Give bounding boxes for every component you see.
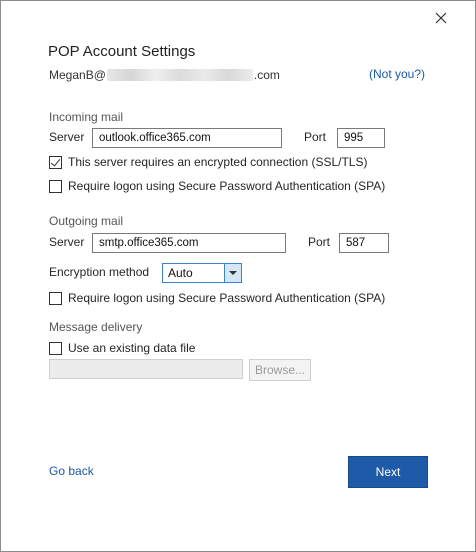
message-delivery-heading: Message delivery [49,320,143,334]
outgoing-spa-label: Require logon using Secure Password Auth… [68,291,386,305]
email-suffix: .com [253,68,280,82]
data-file-path-input [49,359,243,379]
incoming-server-input[interactable] [92,128,282,148]
encryption-method-label: Encryption method [49,265,150,279]
incoming-spa-checkbox-row[interactable]: Require logon using Secure Password Auth… [49,179,385,193]
checkmark-icon [50,155,61,167]
outgoing-port-input[interactable] [339,233,389,253]
ssl-checkbox[interactable] [49,155,62,169]
outgoing-mail-heading: Outgoing mail [49,214,124,228]
incoming-spa-checkbox[interactable] [49,179,62,193]
incoming-mail-heading: Incoming mail [49,110,124,124]
ssl-checkbox-row[interactable]: This server requires an encrypted connec… [49,155,367,169]
close-icon[interactable] [429,7,453,29]
chevron-down-icon[interactable] [224,264,241,282]
existing-data-file-label: Use an existing data file [68,341,196,355]
ssl-checkbox-label: This server requires an encrypted connec… [68,155,368,169]
outgoing-spa-checkbox[interactable] [49,291,62,305]
account-email: MeganB@ .com [49,67,280,83]
existing-data-file-row[interactable]: Use an existing data file [49,341,195,355]
pop-account-settings-dialog: POP Account Settings MeganB@ .com (Not y… [0,0,476,552]
email-redaction [106,69,253,81]
incoming-spa-label: Require logon using Secure Password Auth… [68,179,386,193]
incoming-port-label: Port [304,130,327,144]
incoming-server-label: Server [49,130,85,144]
next-button[interactable]: Next [348,456,428,488]
outgoing-port-label: Port [308,235,331,249]
encryption-method-value: Auto [168,266,193,280]
email-prefix: MeganB@ [49,68,106,82]
go-back-link[interactable]: Go back [49,464,94,478]
incoming-port-input[interactable] [337,128,385,148]
outgoing-server-input[interactable] [92,233,286,253]
encryption-method-select[interactable]: Auto [162,263,242,283]
browse-button: Browse... [249,359,311,381]
not-you-link[interactable]: (Not you?) [369,67,425,81]
dialog-title: POP Account Settings [48,43,196,60]
outgoing-server-label: Server [49,235,85,249]
existing-data-file-checkbox[interactable] [49,341,62,355]
outgoing-spa-checkbox-row[interactable]: Require logon using Secure Password Auth… [49,291,385,305]
